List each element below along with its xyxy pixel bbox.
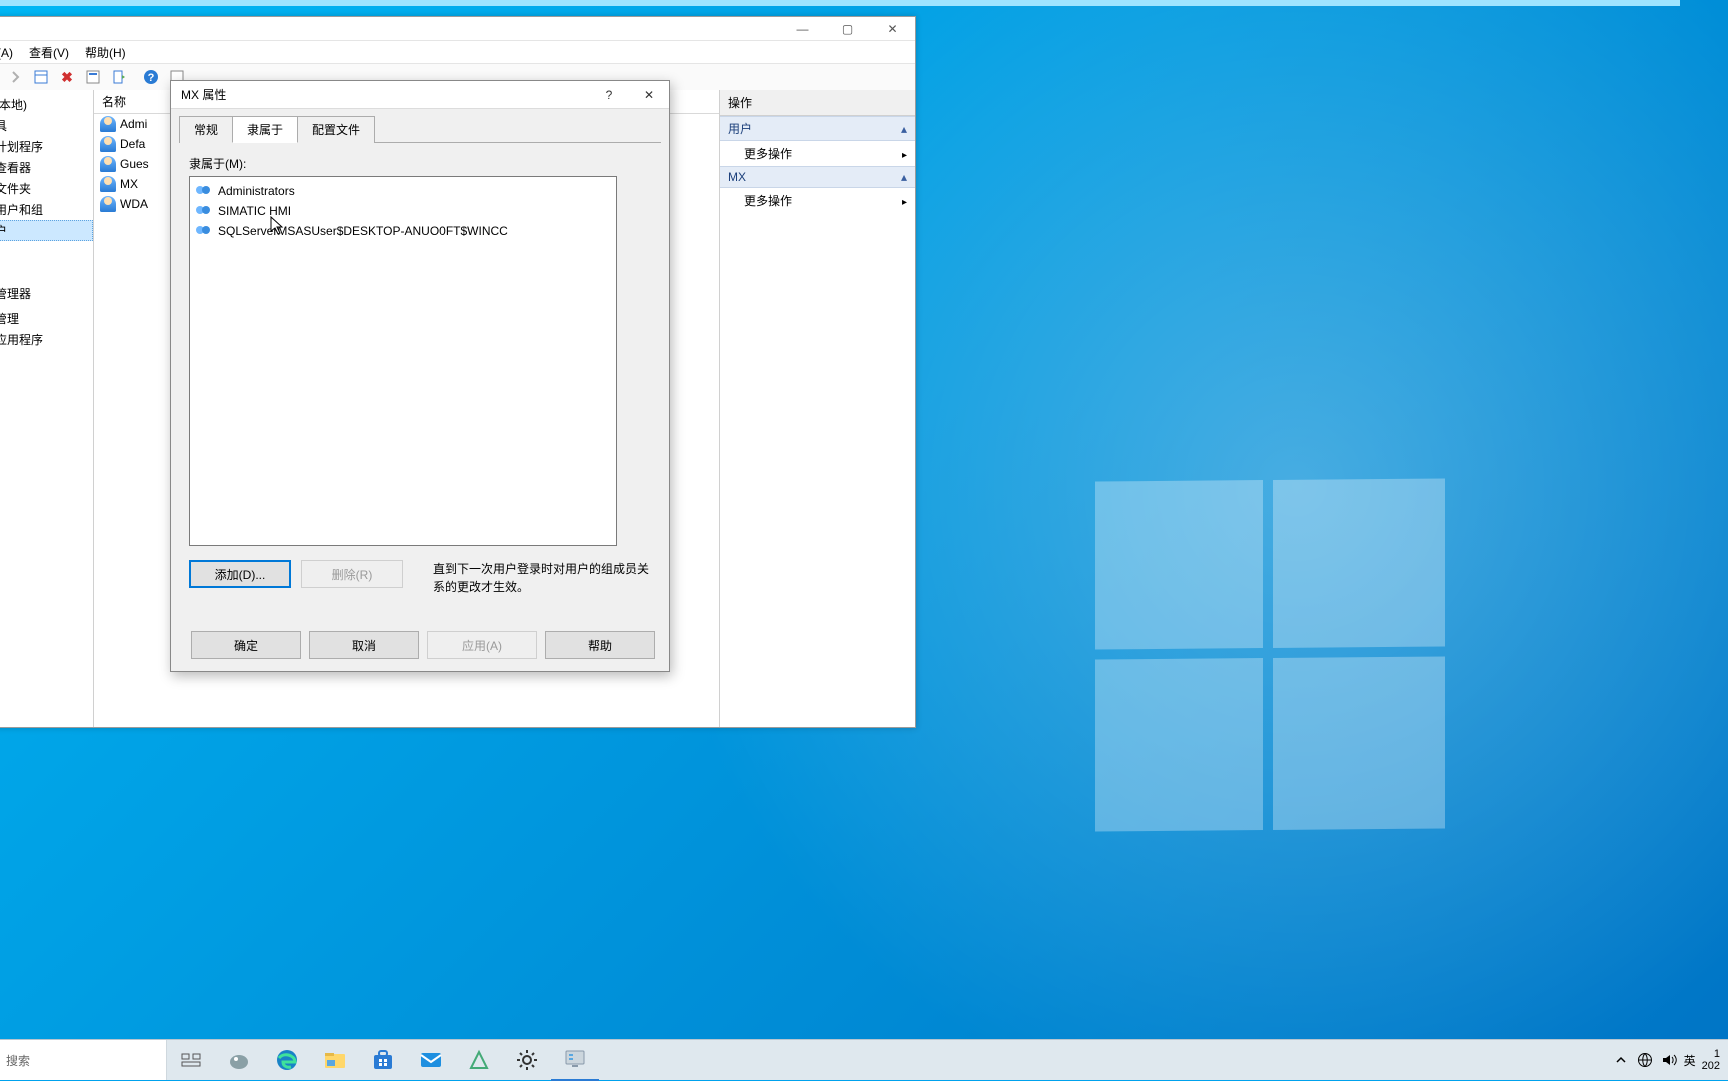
group-icon [196,223,212,239]
tab-profile[interactable]: 配置文件 [297,116,375,143]
menu-action[interactable]: 作(A) [0,42,19,63]
tree-item[interactable]: 备管理器 [0,283,93,304]
remove-button: 删除(R) [301,560,403,588]
tree-item[interactable]: 和应用程序 [0,329,93,350]
tree-item[interactable]: 地用户和组 [0,199,93,220]
actions-header: 操作 [720,90,915,116]
collapse-icon[interactable] [901,122,907,136]
help-button[interactable]: 帮助 [545,631,655,659]
ok-button[interactable]: 确定 [191,631,301,659]
details-pane-icon[interactable] [29,65,53,89]
taskbar-search[interactable]: 搜索 [0,1040,167,1080]
collapse-icon[interactable] [901,170,907,184]
group-item[interactable]: SIMATIC HMI [194,201,612,221]
tree-item[interactable]: 理(本地) [0,94,93,115]
actions-group-mx[interactable]: MX [720,166,915,188]
system-tray[interactable]: 英 1 202 [1612,1040,1728,1080]
tree-item[interactable]: 工具 [0,115,93,136]
group-item[interactable]: SQLServerMSASUser$DESKTOP-ANUO0FT$WINCC [194,221,612,241]
minimize-button[interactable]: — [780,17,825,40]
taskbar-app-generic[interactable] [455,1040,503,1080]
chevron-right-icon [902,147,907,161]
tree-item[interactable]: 盘管理 [0,308,93,329]
tree-item-groups[interactable]: 组 [0,241,93,262]
memberof-hint: 直到下一次用户登录时对用户的组成员关系的更改才生效。 [433,560,651,596]
forward-button[interactable] [3,65,27,89]
actions-more-mx[interactable]: 更多操作 [720,188,915,213]
dialog-help-button[interactable]: ? [589,81,629,108]
memberof-label: 隶属于(M): [189,155,651,172]
tree-item[interactable]: 务计划程序 [0,136,93,157]
user-icon [100,176,116,192]
close-button[interactable]: ✕ [870,17,915,40]
taskbar-app-settings[interactable] [503,1040,551,1080]
windows-logo [1095,478,1445,831]
svg-text:?: ? [148,72,155,84]
taskbar[interactable]: 搜索 [0,1039,1728,1080]
user-icon [100,136,116,152]
dialog-close-button[interactable]: ✕ [629,81,669,108]
taskbar-app-mmc[interactable] [551,1039,599,1081]
tray-overflow-icon[interactable] [1612,1051,1630,1069]
taskbar-app-store[interactable] [359,1040,407,1080]
dialog-tabs: 常规 隶属于 配置文件 [171,109,669,142]
tray-clock[interactable]: 1 202 [1702,1048,1720,1072]
taskbar-search-text: 搜索 [6,1052,30,1069]
group-icon [196,203,212,219]
tree-item[interactable]: 能 [0,262,93,283]
ime-indicator[interactable]: 英 [1684,1052,1696,1069]
tab-general[interactable]: 常规 [179,116,233,143]
network-icon[interactable] [1636,1051,1654,1069]
export-icon[interactable] [107,65,131,89]
window-titlebar[interactable]: 理 — ▢ ✕ [0,17,915,41]
group-item[interactable]: Administrators [194,181,612,201]
taskbar-app-explorer[interactable] [311,1040,359,1080]
volume-icon[interactable] [1660,1051,1678,1069]
user-icon [100,116,116,132]
dialog-titlebar[interactable]: MX 属性 ? ✕ [171,81,669,109]
back-button[interactable] [0,65,1,89]
tree-item-users[interactable]: 用户 [0,220,93,241]
dialog-title: MX 属性 [181,86,226,103]
memberof-listbox[interactable]: Administrators SIMATIC HMI SQLServerMSAS… [189,176,617,546]
taskbar-app-edge[interactable] [263,1040,311,1080]
taskbar-app-mail[interactable] [407,1040,455,1080]
delete-button[interactable]: ✖ [55,65,79,89]
tree-item[interactable]: 件查看器 [0,157,93,178]
menu-view[interactable]: 查看(V) [23,42,75,63]
help-icon[interactable]: ? [139,65,163,89]
properties-icon[interactable] [81,65,105,89]
tree-item[interactable]: 享文件夹 [0,178,93,199]
navigation-tree[interactable]: 理(本地) 工具 务计划程序 件查看器 享文件夹 地用户和组 用户 组 能 备管… [0,90,94,727]
maximize-button[interactable]: ▢ [825,17,870,40]
taskbar-app-manatee[interactable] [215,1040,263,1080]
menubar: 作(A) 查看(V) 帮助(H) [0,41,915,64]
tab-memberof[interactable]: 隶属于 [232,116,298,143]
user-icon [100,156,116,172]
cancel-button[interactable]: 取消 [309,631,419,659]
user-icon [100,196,116,212]
top-edge-hint [0,0,1680,6]
taskview-button[interactable] [167,1040,215,1080]
apply-button: 应用(A) [427,631,537,659]
actions-more-users[interactable]: 更多操作 [720,141,915,166]
user-properties-dialog: MX 属性 ? ✕ 常规 隶属于 配置文件 隶属于(M): Administra… [170,80,670,672]
actions-group-users[interactable]: 用户 [720,116,915,141]
chevron-right-icon [902,194,907,208]
group-icon [196,183,212,199]
add-button[interactable]: 添加(D)... [189,560,291,588]
menu-help[interactable]: 帮助(H) [79,42,132,63]
actions-pane: 操作 用户 更多操作 MX 更多操作 [720,90,915,727]
